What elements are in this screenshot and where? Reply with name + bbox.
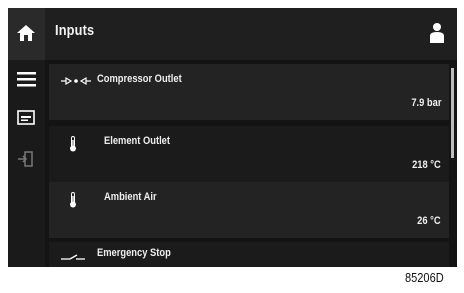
menu-icon[interactable]	[17, 71, 36, 87]
input-label: Compressor Outlet	[97, 73, 182, 85]
pressure-arrows-icon	[61, 76, 91, 86]
scrollbar[interactable]	[451, 68, 454, 158]
display-icon[interactable]	[17, 110, 35, 126]
logout-icon[interactable]	[17, 150, 35, 168]
title-bar: Inputs	[8, 8, 457, 60]
input-value: 7.9 bar	[410, 97, 441, 109]
home-button[interactable]	[8, 8, 45, 60]
input-label: Ambient Air	[104, 191, 157, 203]
page-title: Inputs	[55, 22, 95, 39]
input-value: 26 °C	[417, 215, 441, 227]
input-list[interactable]: Compressor Outlet 7.9 bar Element Outlet…	[49, 64, 449, 267]
input-label: Emergency Stop	[97, 247, 171, 259]
controller-screen: Inputs Compressor Outlet 7.9 bar Element…	[8, 8, 457, 267]
switch-icon	[61, 254, 85, 260]
input-value: 218 °C	[412, 159, 441, 171]
figure-code: 85206D	[405, 270, 444, 285]
home-icon	[17, 25, 35, 41]
user-icon[interactable]	[429, 22, 445, 44]
list-item[interactable]: Element Outlet 218 °C	[49, 126, 449, 182]
input-label: Element Outlet	[104, 135, 170, 147]
list-item[interactable]: Compressor Outlet 7.9 bar	[49, 64, 449, 120]
list-item[interactable]: Ambient Air 26 °C	[49, 182, 449, 238]
list-item[interactable]: Emergency Stop	[49, 242, 449, 267]
thermometer-icon	[70, 136, 76, 152]
sidebar	[8, 60, 45, 267]
thermometer-icon	[70, 192, 76, 208]
